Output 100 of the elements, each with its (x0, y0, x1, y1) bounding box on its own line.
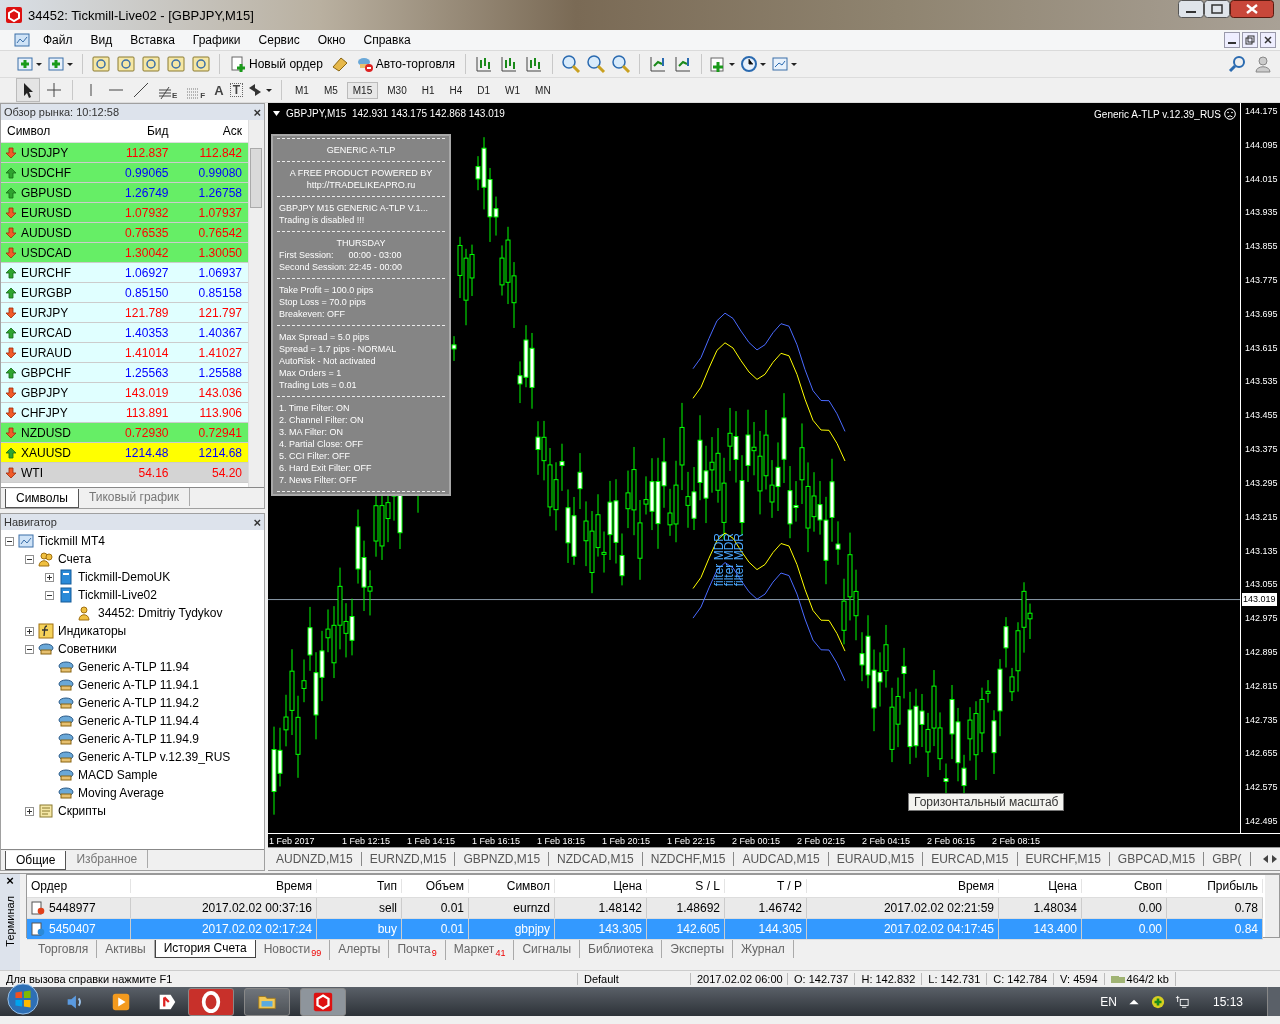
terminal-tab[interactable]: Алерты (330, 940, 390, 958)
tree-item[interactable]: Скрипты (58, 804, 106, 818)
tree-item[interactable]: Generic A-TLP 11.94 (78, 660, 189, 674)
panel-tab[interactable]: Символы (5, 489, 79, 508)
auto-trading-button[interactable]: Авто-торговля (353, 55, 459, 73)
column-header[interactable]: Время (807, 879, 999, 893)
user-icon[interactable] (1252, 53, 1274, 75)
column-header[interactable]: Ордер (27, 879, 131, 893)
chart-tab[interactable]: AUDNZD,M15 (268, 852, 362, 866)
market-row[interactable]: EURJPY 121.789 121.797 (1, 303, 248, 323)
scroll-arrows-icon[interactable] (1262, 854, 1278, 864)
timeframe-button[interactable]: H1 (415, 81, 441, 99)
tree-item[interactable]: Generic A-TLP 11.94.1 (78, 678, 199, 692)
market-row[interactable]: AUDUSD 0.76535 0.76542 (1, 223, 248, 243)
column-header[interactable]: Объем (402, 879, 469, 893)
column-header[interactable]: Тип (317, 879, 402, 893)
fibonacci-tool[interactable]: E (155, 80, 181, 100)
menu-item[interactable]: Справка (354, 33, 420, 47)
close-button[interactable] (1260, 32, 1276, 48)
timeframe-button[interactable]: D1 (471, 81, 497, 99)
tree-item[interactable]: Generic A-TLP 11.94.4 (78, 714, 199, 728)
column-header[interactable]: S / L (647, 879, 725, 893)
clock-icon[interactable] (740, 54, 769, 74)
terminal-tab[interactable]: Эксперты (662, 940, 734, 958)
column-header[interactable]: Символ (1, 124, 101, 138)
timeframe-button[interactable]: M5 (317, 81, 344, 99)
menu-item[interactable]: Окно (308, 33, 355, 47)
timeframe-button[interactable]: H4 (443, 81, 469, 99)
column-header[interactable]: Своп (1082, 879, 1167, 893)
close-button[interactable] (1230, 0, 1274, 18)
chart-tab[interactable]: EURCHF,M15 (1017, 852, 1110, 866)
scrollbar[interactable] (1265, 875, 1279, 937)
tree-item[interactable]: Tickmill-DemoUK (78, 570, 171, 584)
menu-item[interactable]: Графики (183, 33, 250, 47)
timeframe-button[interactable]: MN (529, 81, 557, 99)
market-row[interactable]: WTI 54.16 54.20 (1, 463, 248, 483)
terminal-tab[interactable]: Маркет$_{41}$ (445, 940, 515, 961)
scrollbar[interactable] (248, 120, 264, 487)
expand-toggle[interactable] (45, 572, 54, 582)
column-header[interactable]: Символ (469, 879, 555, 893)
scrollbar-thumb[interactable] (250, 148, 262, 208)
column-header[interactable]: Прибыль (1167, 879, 1263, 893)
chart-tab[interactable]: GBPCAD,M15 (1109, 852, 1205, 866)
market-row[interactable]: GBPJPY 143.019 143.036 (1, 383, 248, 403)
new-order-button[interactable]: Новый ордер (227, 55, 326, 73)
column-header[interactable]: Аск (174, 124, 248, 138)
expand-toggle[interactable] (5, 536, 14, 546)
language-indicator[interactable]: EN (1100, 994, 1117, 1009)
market-row[interactable]: EURCHF 1.06927 1.06937 (1, 263, 248, 283)
chart-tab[interactable]: AUDCAD,M15 (734, 852, 829, 866)
terminal-tab[interactable]: Журнал (733, 940, 794, 958)
zoom-in-icon[interactable] (560, 53, 583, 75)
tree-item[interactable]: Советники (58, 642, 117, 656)
clock[interactable]: 15:13 (1212, 994, 1243, 1009)
cursor-icon[interactable] (16, 78, 40, 102)
market-row[interactable]: EURAUD 1.41014 1.41027 (1, 343, 248, 363)
panel-tab[interactable]: Избранное (66, 850, 149, 868)
tree-item[interactable]: Moving Average (78, 786, 164, 800)
minimize-button[interactable] (1224, 32, 1240, 48)
close-button[interactable]: × (6, 874, 14, 888)
market-row[interactable]: GBPUSD 1.26749 1.26758 (1, 183, 248, 203)
restore-button[interactable] (1242, 32, 1258, 48)
menu-item[interactable]: Сервис (249, 33, 309, 47)
expand-toggle[interactable] (25, 644, 34, 654)
taskbar-button[interactable] (244, 987, 290, 1016)
column-header[interactable]: Время (131, 879, 317, 893)
market-row[interactable]: USDJPY 112.837 112.842 (1, 143, 248, 163)
close-button[interactable]: × (253, 514, 261, 530)
terminal-tab[interactable]: Почта$_{9}$ (389, 940, 446, 961)
tree-item[interactable]: Индикаторы (58, 624, 127, 638)
market-row[interactable]: EURUSD 1.07932 1.07937 (1, 203, 248, 223)
chart-tab[interactable]: EURNZD,M15 (361, 852, 456, 866)
tree-item[interactable]: Счета (58, 552, 92, 566)
column-header[interactable]: Бид (101, 124, 175, 138)
panel-tab[interactable]: Тиковый график (78, 488, 191, 506)
market-row[interactable]: NZDUSD 0.72930 0.72941 (1, 423, 248, 443)
taskbar-button[interactable] (188, 987, 234, 1016)
terminal-tab[interactable]: Активы (97, 940, 155, 958)
taskbar-button[interactable] (300, 987, 346, 1016)
chart-tab[interactable]: NZDCAD,M15 (549, 852, 643, 866)
terminal-tab[interactable]: Торговля (30, 940, 98, 958)
timeframe-button[interactable]: W1 (499, 81, 527, 99)
market-row[interactable]: USDCHF 0.99065 0.99080 (1, 163, 248, 183)
network-icon[interactable] (1174, 994, 1189, 1009)
market-row[interactable]: XAUUSD 1214.48 1214.68 (1, 443, 248, 463)
terminal-tab[interactable]: Сигналы (514, 940, 581, 958)
chart-tab[interactable]: EURCAD,M15 (923, 852, 1018, 866)
menu-item[interactable]: Файл (34, 33, 82, 47)
chart-tab[interactable]: GBPNZD,M15 (455, 852, 550, 866)
maximize-button[interactable] (1204, 0, 1230, 18)
text-label-tool[interactable]: T (229, 83, 243, 97)
column-header[interactable]: Цена (999, 879, 1082, 893)
minimize-button[interactable] (1178, 0, 1204, 18)
chart-tab[interactable]: GBP( (1204, 852, 1251, 866)
terminal-tab[interactable]: Библиотека (580, 940, 663, 958)
tree-item[interactable]: 34452: Dmitriy Tydykov (98, 606, 223, 620)
grid-tool[interactable]: F (183, 80, 209, 100)
timeframe-button[interactable]: M1 (288, 81, 315, 99)
close-button[interactable]: × (253, 104, 261, 120)
tree-item[interactable]: Generic A-TLP 11.94.9 (78, 732, 199, 746)
